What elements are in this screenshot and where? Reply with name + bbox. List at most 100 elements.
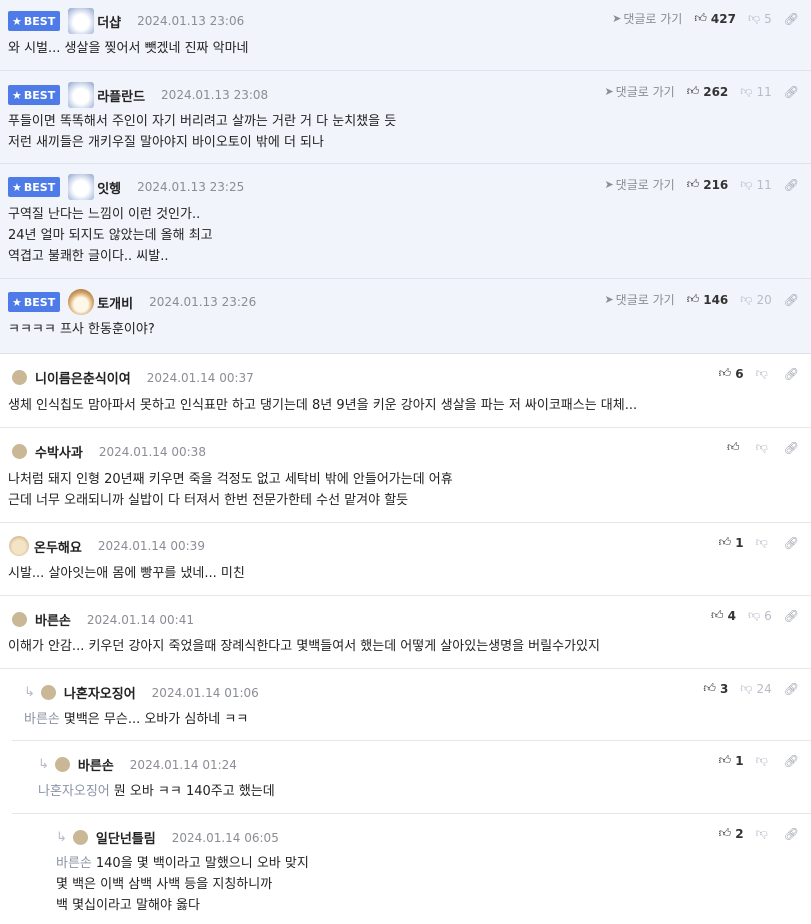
comment-actions: 👍︎ 👎︎ 🔗︎ bbox=[727, 440, 799, 455]
thumbs-down-icon: 👎︎ bbox=[740, 292, 753, 306]
comment-body: 와 시벌... 생살을 찢어서 뺏겠네 진짜 악마네 bbox=[8, 41, 249, 56]
nickname[interactable]: 일단넌틀림 bbox=[96, 828, 156, 847]
link-icon[interactable]: 🔗︎ bbox=[784, 827, 799, 841]
thumbs-down-icon: 👎︎ bbox=[755, 366, 768, 380]
comment-date: 2024.01.14 00:39 bbox=[97, 539, 205, 553]
avatar[interactable] bbox=[68, 289, 95, 315]
avatar[interactable] bbox=[9, 536, 29, 556]
avatar[interactable] bbox=[68, 174, 95, 200]
goto-comment-button[interactable]: ➤ 댓글로 가기 bbox=[612, 10, 682, 27]
avatar[interactable] bbox=[12, 370, 27, 385]
link-icon[interactable]: 🔗︎ bbox=[784, 85, 799, 99]
comment-body: ㅋㅋㅋㅋ 프사 한동훈이야? bbox=[8, 322, 155, 337]
comment-date: 2024.01.14 00:37 bbox=[146, 370, 254, 385]
comment-body: 나혼자오징어 뭔 오바 ㅋㅋ 140주고 했는데 bbox=[38, 784, 275, 799]
nickname[interactable]: 잇헹 bbox=[97, 178, 121, 197]
nickname[interactable]: 토개비 bbox=[97, 293, 133, 312]
nickname[interactable]: 니이름은춘식이여 bbox=[35, 368, 131, 387]
avatar[interactable] bbox=[12, 612, 27, 627]
comment-header: ★ BEST 라플란드 2024.01.13 23:08 bbox=[8, 82, 268, 108]
comment-body: 생체 인식칩도 맘아파서 못하고 인식표만 하고 댕기는데 8년 9년을 키운 … bbox=[8, 398, 638, 413]
thumbs-down-icon: 👎︎ bbox=[755, 826, 768, 840]
comment-header: 바른손 2024.01.14 00:41 bbox=[12, 610, 194, 629]
thumbs-down-icon: 👎︎ bbox=[740, 681, 753, 695]
downvote-button[interactable]: 👎︎ bbox=[756, 753, 772, 768]
avatar[interactable] bbox=[12, 444, 27, 459]
mention[interactable]: 바른손 bbox=[24, 712, 60, 727]
comment-header: 니이름은춘식이여 2024.01.14 00:37 bbox=[12, 368, 254, 387]
downvote-button[interactable]: 👎︎ 11 bbox=[740, 84, 771, 99]
avatar[interactable] bbox=[72, 830, 88, 845]
upvote-button[interactable]: 👍︎ 2 bbox=[719, 826, 744, 841]
mention[interactable]: 나혼자오징어 bbox=[38, 784, 110, 799]
nickname[interactable]: 나혼자오징어 bbox=[64, 683, 136, 702]
comment-header: ↳ 바른손 2024.01.14 01:24 bbox=[38, 755, 237, 774]
reply-comment: ↳ 일단넌틀림 2024.01.14 06:05 👍︎ 2 👎︎ 🔗︎ 바른손 14… bbox=[24, 814, 811, 924]
comment-body: 나처럼 돼지 인형 20년째 키우면 죽을 걱정도 없고 세탁비 밖에 안들어가… bbox=[8, 472, 453, 508]
comment-date: 2024.01.14 01:24 bbox=[129, 757, 237, 772]
goto-comment-button[interactable]: ➤ 댓글로 가기 bbox=[604, 291, 674, 308]
upvote-button[interactable]: 👍︎ 427 bbox=[694, 11, 736, 26]
comment-body: 바른손 몇백은 무슨... 오바가 심하네 ㅋㅋ bbox=[24, 712, 249, 727]
upvote-button[interactable]: 👍︎ 4 bbox=[711, 608, 736, 623]
link-icon[interactable]: 🔗︎ bbox=[784, 293, 799, 307]
comment-date: 2024.01.14 01:06 bbox=[151, 685, 259, 700]
downvote-button[interactable]: 👎︎ 11 bbox=[740, 177, 771, 192]
goto-comment-button[interactable]: ➤ 댓글로 가기 bbox=[604, 176, 674, 193]
avatar[interactable] bbox=[68, 8, 95, 34]
comment-actions: 👍︎ 1 👎︎ 🔗︎ bbox=[719, 753, 799, 768]
upvote-button[interactable]: 👍︎ 1 bbox=[719, 535, 744, 550]
upvote-button[interactable]: 👍︎ 3 bbox=[703, 681, 728, 696]
nickname[interactable]: 바른손 bbox=[78, 755, 114, 774]
downvote-button[interactable]: 👎︎ bbox=[756, 366, 772, 381]
nickname[interactable]: 더샵 bbox=[97, 12, 121, 31]
best-badge: ★ BEST bbox=[8, 85, 61, 105]
link-icon[interactable]: 🔗︎ bbox=[784, 682, 799, 696]
comment-body: 이해가 안감... 키우던 강아지 죽었을때 장례식한다고 몇백들여서 했는데 … bbox=[8, 639, 600, 654]
link-icon[interactable]: 🔗︎ bbox=[784, 754, 799, 768]
upvote-button[interactable]: 👍︎ 262 bbox=[687, 84, 729, 99]
nickname[interactable]: 수박사과 bbox=[35, 442, 83, 461]
goto-comment-button[interactable]: ➤ 댓글로 가기 bbox=[604, 83, 674, 100]
downvote-button[interactable]: 👎︎ 24 bbox=[740, 681, 771, 696]
downvote-button[interactable]: 👎︎ 6 bbox=[748, 608, 772, 623]
upvote-button[interactable]: 👍︎ 1 bbox=[719, 753, 744, 768]
best-comment: ★ BEST 토개비 2024.01.13 23:26 ➤ 댓글로 가기 👍︎ 146… bbox=[0, 279, 811, 354]
nickname[interactable]: 온두해요 bbox=[34, 537, 82, 556]
comment-actions: ➤ 댓글로 가기 👍︎ 262 👎︎ 11 🔗︎ bbox=[604, 83, 799, 100]
comment-header: 온두해요 2024.01.14 00:39 bbox=[9, 536, 205, 556]
link-icon[interactable]: 🔗︎ bbox=[784, 441, 799, 455]
avatar[interactable] bbox=[54, 757, 70, 772]
comment-date: 2024.01.13 23:26 bbox=[149, 295, 257, 309]
upvote-button[interactable]: 👍︎ bbox=[727, 440, 744, 455]
thumbs-down-icon: 👎︎ bbox=[740, 177, 753, 191]
nickname[interactable]: 바른손 bbox=[35, 610, 71, 629]
best-comment: ★ BEST 라플란드 2024.01.13 23:08 ➤ 댓글로 가기 👍︎ 26… bbox=[0, 71, 811, 164]
avatar[interactable] bbox=[68, 82, 95, 108]
comment-actions: ➤ 댓글로 가기 👍︎ 216 👎︎ 11 🔗︎ bbox=[604, 176, 799, 193]
upvote-button[interactable]: 👍︎ 6 bbox=[719, 366, 744, 381]
downvote-button[interactable]: 👎︎ 20 bbox=[740, 292, 771, 307]
avatar[interactable] bbox=[40, 685, 56, 700]
comment-date: 2024.01.14 00:41 bbox=[86, 612, 194, 627]
link-icon[interactable]: 🔗︎ bbox=[784, 536, 799, 550]
link-icon[interactable]: 🔗︎ bbox=[784, 609, 799, 623]
downvote-button[interactable]: 👎︎ bbox=[756, 826, 772, 841]
comment-header: ↳ 나혼자오징어 2024.01.14 01:06 bbox=[24, 683, 259, 702]
downvote-button[interactable]: 👎︎ 5 bbox=[748, 11, 772, 26]
thumbs-down-icon: 👎︎ bbox=[755, 440, 768, 454]
link-icon[interactable]: 🔗︎ bbox=[784, 367, 799, 381]
link-icon[interactable]: 🔗︎ bbox=[784, 178, 799, 192]
nickname[interactable]: 라플란드 bbox=[97, 86, 145, 105]
downvote-button[interactable]: 👎︎ bbox=[756, 535, 772, 550]
comment-date: 2024.01.14 00:38 bbox=[98, 444, 206, 459]
comment-header: ↳ 일단넌틀림 2024.01.14 06:05 bbox=[56, 828, 279, 847]
upvote-button[interactable]: 👍︎ 216 bbox=[687, 177, 729, 192]
downvote-button[interactable]: 👎︎ bbox=[756, 440, 772, 455]
comment-header: 수박사과 2024.01.14 00:38 bbox=[12, 442, 206, 461]
mention[interactable]: 바른손 bbox=[56, 856, 92, 871]
link-icon[interactable]: 🔗︎ bbox=[784, 12, 799, 26]
upvote-button[interactable]: 👍︎ 146 bbox=[687, 292, 729, 307]
comment-actions: 👍︎ 4 👎︎ 6 🔗︎ bbox=[711, 608, 799, 623]
comment-date: 2024.01.14 06:05 bbox=[171, 830, 279, 845]
